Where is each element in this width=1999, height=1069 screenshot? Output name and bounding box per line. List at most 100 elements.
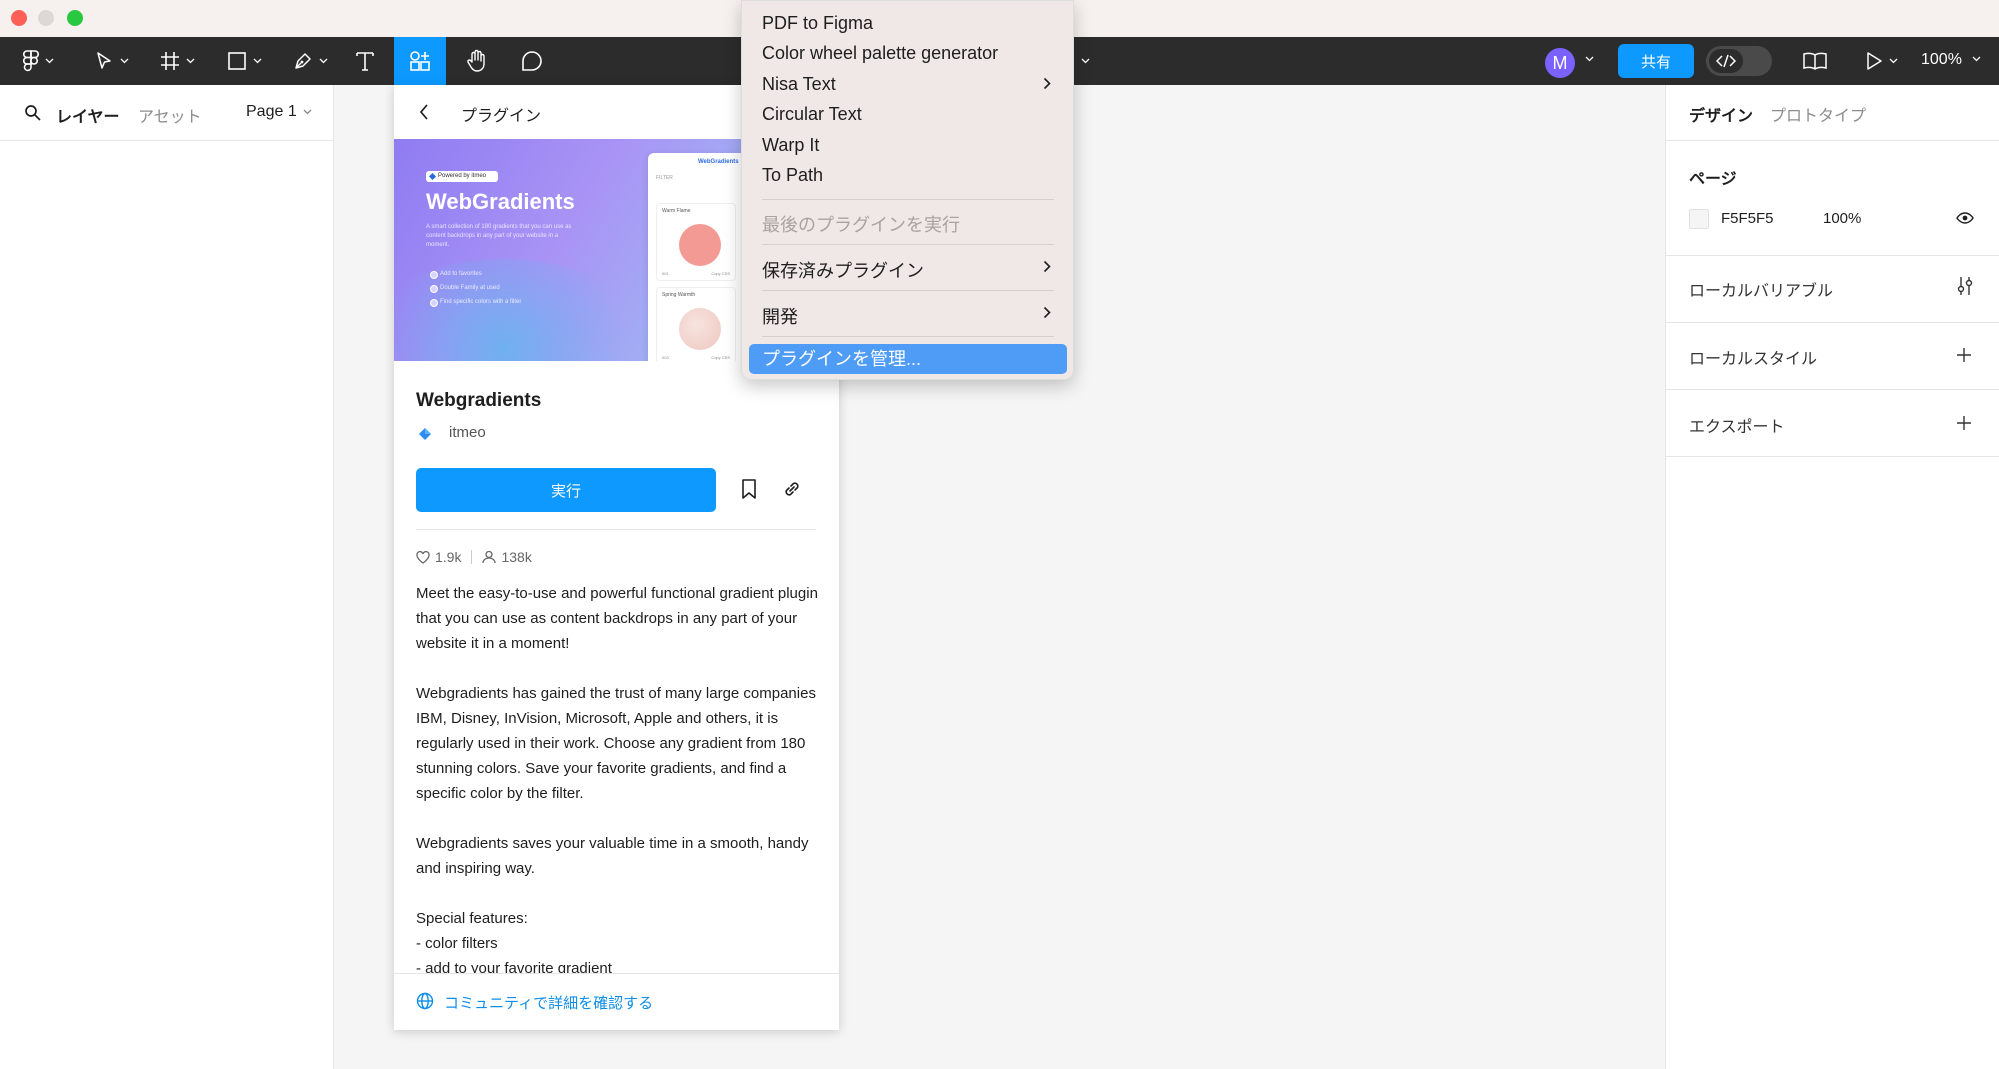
tab-layers[interactable]: レイヤー (56, 103, 120, 127)
frame-tool-button[interactable] (155, 37, 199, 85)
link-icon[interactable] (782, 479, 802, 499)
description-paragraph: Webgradients has gained the trust of man… (416, 685, 816, 802)
add-export-icon[interactable] (1956, 415, 1972, 431)
globe-icon (416, 992, 434, 1010)
chevron-down-icon[interactable] (1585, 56, 1594, 62)
chevron-right-icon (1043, 306, 1051, 319)
page-selector[interactable]: Page 1 (246, 103, 312, 121)
gradient-swatch (679, 224, 721, 266)
powered-by-badge: Powered by itmeo (426, 171, 498, 182)
plugin-author[interactable]: itmeo (449, 424, 486, 441)
menu-item-label: Nisa Text (762, 74, 836, 94)
plugin-stats: 1.9k 138k (416, 549, 532, 565)
divider (1666, 140, 1999, 141)
layers-panel: レイヤー アセット Page 1 (0, 85, 334, 1069)
user-avatar[interactable]: M (1545, 48, 1575, 78)
frame-icon (160, 52, 179, 70)
card-action: Copy CSS (711, 355, 730, 360)
figma-logo-icon (22, 50, 39, 72)
fullscreen-window-button[interactable] (67, 10, 83, 26)
tab-prototype[interactable]: プロトタイプ (1770, 102, 1866, 126)
menu-item-to-path[interactable]: To Path (762, 165, 823, 186)
plugins-icon (410, 51, 430, 71)
text-tool-button[interactable] (354, 37, 376, 85)
local-styles-label: ローカルスタイル (1689, 351, 1818, 368)
mockup-gradient-card: Warm Flame 001 Copy CSS (656, 203, 736, 281)
divider (1666, 255, 1999, 256)
page-color-opacity[interactable]: 100% (1823, 210, 1861, 227)
chevron-right-icon (1043, 260, 1051, 273)
chevron-right-icon (1043, 77, 1051, 90)
export-label: エクスポート (1689, 419, 1785, 436)
eye-icon[interactable] (1956, 211, 1974, 225)
menu-item-nisa-text[interactable]: Nisa Text (762, 74, 1054, 95)
menu-item-warp-it[interactable]: Warp It (762, 135, 819, 156)
heart-icon (416, 550, 430, 564)
mockup-filter-label: FILTER (656, 175, 673, 181)
community-link[interactable]: コミュニティで詳細を確認する (444, 992, 653, 1013)
variables-adjust-icon[interactable] (1956, 276, 1974, 296)
hand-tool-button[interactable] (463, 37, 491, 85)
menu-separator (762, 199, 1054, 200)
menu-item-manage-plugins[interactable]: プラグインを管理... (749, 344, 1067, 374)
zoom-level[interactable]: 100% (1921, 51, 1962, 69)
divider (416, 529, 816, 530)
search-icon[interactable] (24, 104, 41, 121)
menu-chevron[interactable] (1078, 37, 1092, 85)
minimize-window-button[interactable] (38, 10, 54, 26)
menu-item-pdf-to-figma[interactable]: PDF to Figma (762, 13, 873, 34)
plugins-menu: PDF to Figma Color wheel palette generat… (741, 0, 1074, 380)
card-number: 003 (662, 355, 669, 360)
card-action: Copy CSS (711, 271, 730, 276)
page-color-swatch[interactable] (1689, 209, 1709, 229)
plugin-panel-title: プラグイン (461, 108, 542, 125)
back-arrow-icon[interactable] (418, 103, 430, 121)
mockup-title: WebGradients (698, 159, 739, 165)
chevron-down-icon (303, 109, 312, 115)
chevron-down-icon[interactable] (1972, 56, 1981, 62)
resources-tool-button[interactable] (394, 37, 446, 85)
chevron-down-icon (120, 58, 128, 64)
bookmark-icon[interactable] (741, 479, 757, 499)
pen-tool-button[interactable] (288, 37, 332, 85)
gradient-swatch (679, 308, 721, 350)
menu-separator (762, 244, 1054, 245)
run-plugin-button[interactable]: 実行 (416, 468, 716, 512)
chevron-down-icon (319, 58, 327, 64)
comment-tool-button[interactable] (518, 37, 546, 85)
divider (1666, 389, 1999, 390)
card-name: Spring Warmth (662, 292, 696, 298)
design-panel: デザイン プロトタイプ ページ F5F5F5 100% ローカルバリアブル ロー… (1665, 85, 1999, 1069)
stats-separator (471, 550, 473, 564)
page-color-hex[interactable]: F5F5F5 (1721, 210, 1774, 227)
move-tool-button[interactable] (90, 37, 134, 85)
dev-mode-knob (1709, 49, 1743, 73)
menu-separator (762, 290, 1054, 291)
text-icon (356, 52, 374, 71)
banner-description: A smart collection of 180 gradients that… (426, 224, 572, 248)
tab-assets[interactable]: アセット (138, 103, 202, 127)
share-button[interactable]: 共有 (1618, 44, 1694, 78)
user-count: 138k (501, 549, 532, 565)
local-variables-label: ローカルバリアブル (1689, 283, 1834, 300)
menu-item-saved-plugins[interactable]: 保存済みプラグイン (762, 257, 924, 283)
add-style-icon[interactable] (1956, 347, 1972, 363)
main-menu-button[interactable] (16, 37, 60, 85)
menu-item-development[interactable]: 開発 (762, 303, 798, 329)
menu-item-color-wheel[interactable]: Color wheel palette generator (762, 43, 998, 64)
menu-item-circular-text[interactable]: Circular Text (762, 104, 862, 125)
close-window-button[interactable] (11, 10, 27, 26)
chevron-down-icon (186, 58, 194, 64)
pen-icon (294, 53, 311, 69)
present-button[interactable] (1862, 37, 1900, 85)
author-logo-icon (419, 428, 431, 440)
shape-tool-button[interactable] (222, 37, 266, 85)
card-name: Warm Flame (662, 208, 691, 214)
code-icon (1716, 54, 1736, 68)
tab-design[interactable]: デザイン (1689, 102, 1753, 126)
plugin-description: Meet the easy-to-use and powerful functi… (416, 581, 821, 981)
library-button[interactable] (1802, 37, 1828, 85)
banner-feature-list: Add to favorites Double Family at used F… (430, 271, 521, 313)
rectangle-icon (227, 52, 246, 70)
dev-mode-toggle[interactable] (1706, 46, 1772, 76)
